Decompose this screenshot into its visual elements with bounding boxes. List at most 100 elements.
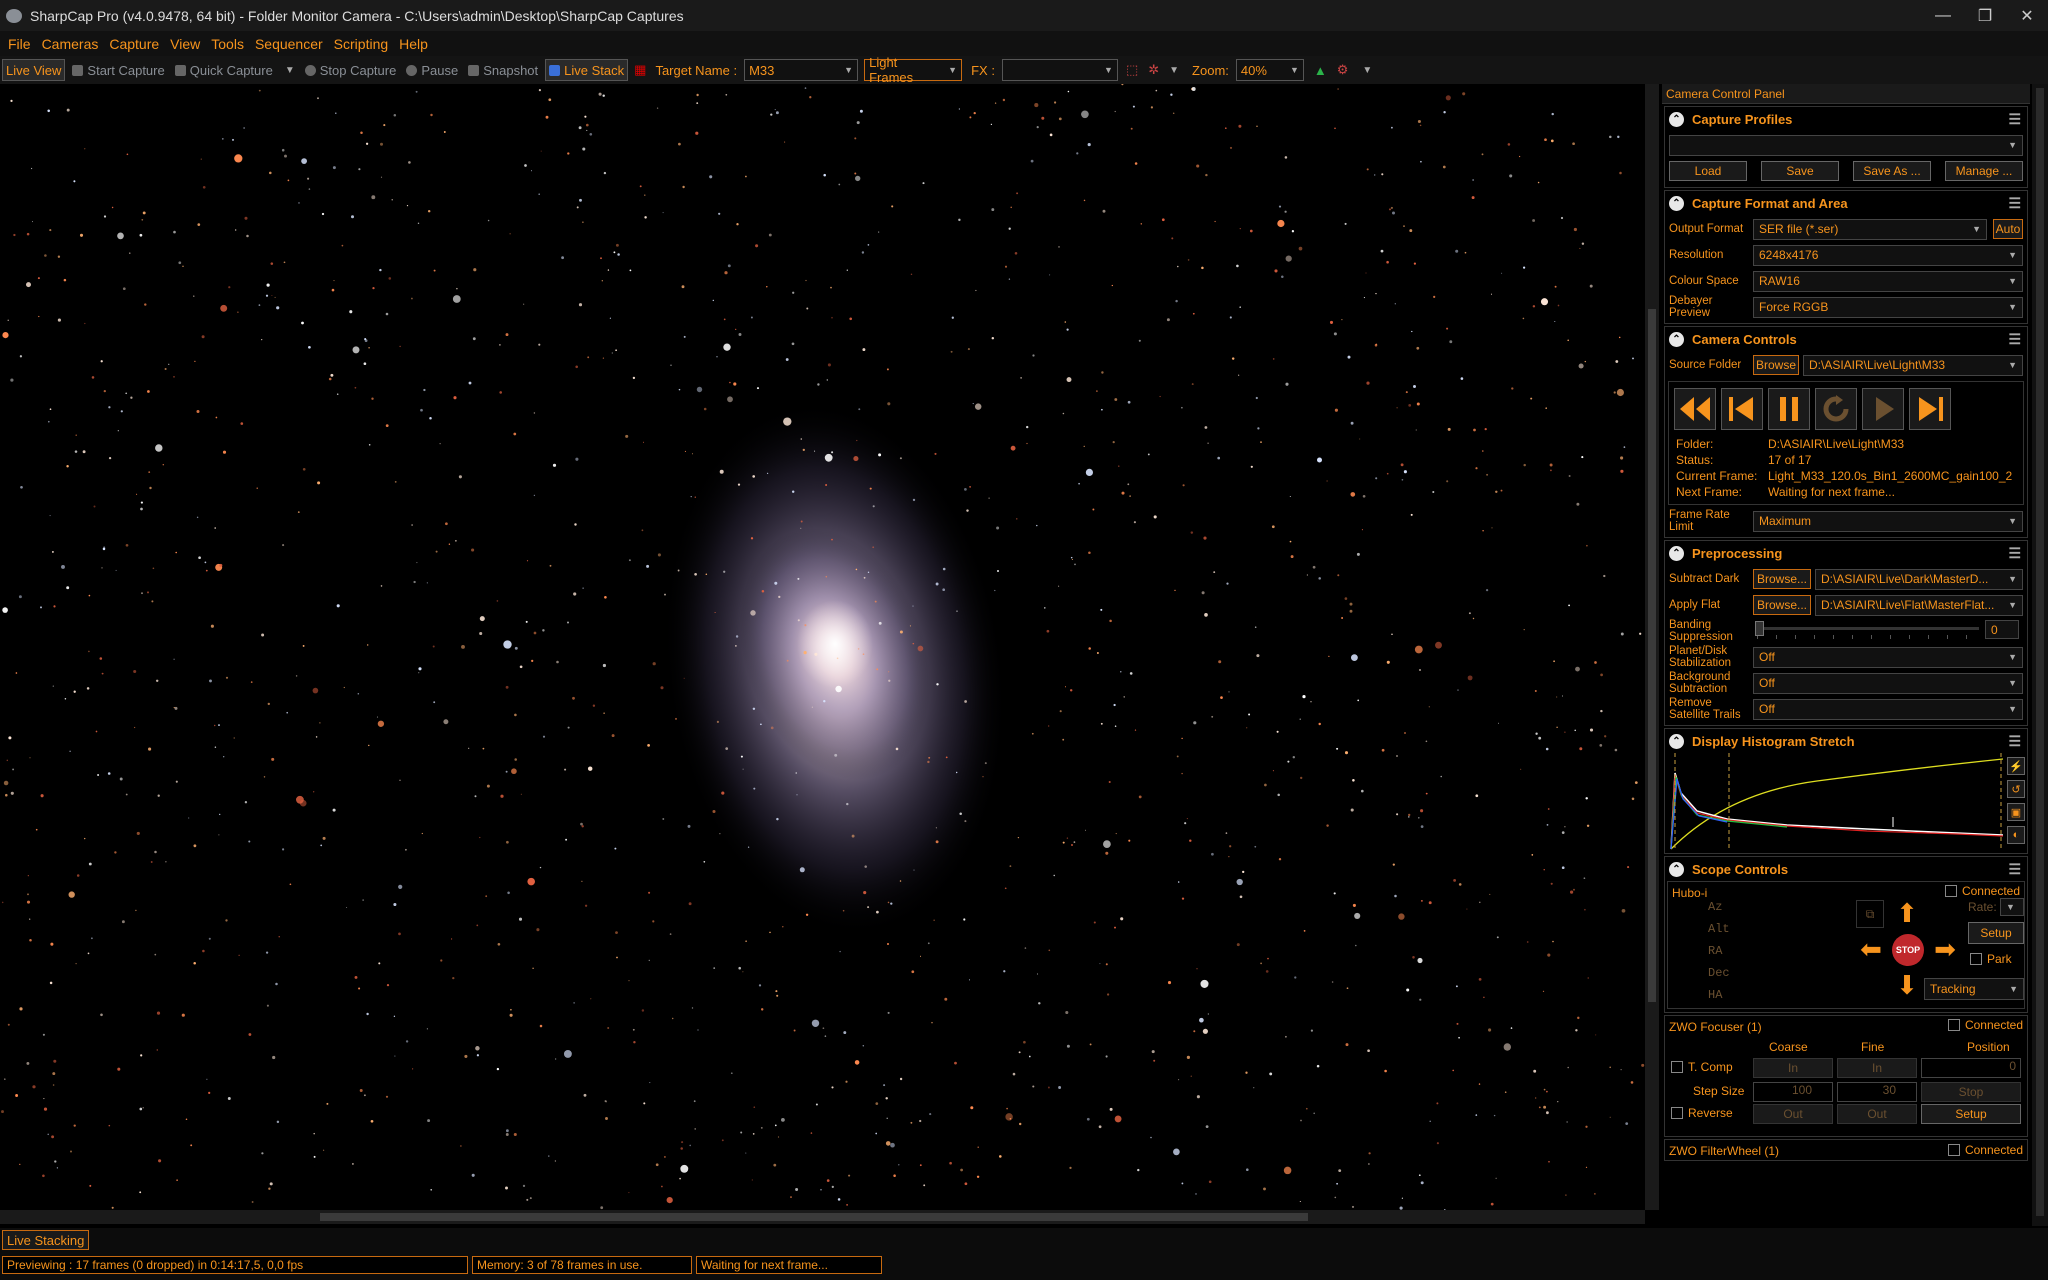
contrast-icon[interactable]: ◐ xyxy=(2007,826,2025,844)
histogram-icon[interactable]: ▲ xyxy=(1314,63,1327,78)
profile-select[interactable]: ▼ xyxy=(1669,134,2023,156)
coarse-step-field[interactable]: 100 xyxy=(1753,1082,1833,1102)
background-select[interactable]: Off ▼ xyxy=(1753,672,2023,694)
menu-icon[interactable]: ☰ xyxy=(2008,111,2021,128)
fx-select[interactable]: ▼ xyxy=(1001,59,1118,81)
planet-select[interactable]: Off ▼ xyxy=(1753,646,2023,668)
load-button[interactable]: Load xyxy=(1669,161,1747,181)
quick-capture-button[interactable]: Quick Capture ▼ xyxy=(172,59,298,81)
banding-slider[interactable]: 0 xyxy=(1753,619,2023,643)
collapse-icon[interactable]: ⌃ xyxy=(1669,733,1684,749)
browse-dark-button[interactable]: Browse... xyxy=(1753,569,1811,589)
reverse-checkbox[interactable]: Reverse xyxy=(1671,1106,1733,1120)
apply-flat-select[interactable]: D:\ASIAIR\Live\Flat\MasterFlat... ▼ xyxy=(1815,594,2023,616)
collapse-icon[interactable]: ⌃ xyxy=(1669,331,1684,347)
section-header[interactable]: ⌃ Display Histogram Stretch ☰ xyxy=(1665,729,2027,753)
chevron-down-icon[interactable]: ▼ xyxy=(1169,65,1179,76)
section-header[interactable]: ⌃ Preprocessing ☰ xyxy=(1665,541,2027,565)
stop-capture-button[interactable]: Stop Capture xyxy=(302,59,400,81)
output-format-select[interactable]: SER file (*.ser) ▼ xyxy=(1753,218,1987,240)
menu-help[interactable]: Help xyxy=(397,36,437,52)
frame-type-select[interactable]: Light Frames ▼ xyxy=(864,55,963,85)
menu-icon[interactable]: ☰ xyxy=(2008,733,2021,750)
menu-icon[interactable]: ☰ xyxy=(2008,195,2021,212)
tcomp-checkbox[interactable]: T. Comp xyxy=(1671,1060,1733,1074)
focuser-stop-button[interactable]: Stop xyxy=(1921,1082,2021,1102)
horizontal-scrollbar[interactable] xyxy=(0,1210,1645,1224)
save-button[interactable]: Save xyxy=(1761,161,1839,181)
restart-button[interactable] xyxy=(1815,388,1857,430)
menu-capture[interactable]: Capture xyxy=(107,36,168,52)
pause-playback-button[interactable] xyxy=(1768,388,1810,430)
coarse-in-button[interactable]: In xyxy=(1753,1058,1833,1078)
sync-icon[interactable]: ⧉ xyxy=(1856,900,1884,928)
debayer-select[interactable]: Force RGGB ▼ xyxy=(1753,296,2023,318)
skip-end-button[interactable] xyxy=(1909,388,1951,430)
live-stack-button[interactable]: Live Stack xyxy=(545,59,629,81)
histogram-plot[interactable] xyxy=(1667,753,2007,851)
auto-button[interactable]: Auto xyxy=(1993,219,2023,239)
section-header[interactable]: ⌃ Scope Controls ☰ xyxy=(1665,857,2027,881)
maximize-button[interactable]: ❐ xyxy=(1964,0,2006,31)
collapse-icon[interactable]: ⌃ xyxy=(1669,545,1684,561)
save-icon[interactable]: ▣ xyxy=(2007,803,2025,821)
checkbox[interactable] xyxy=(1970,953,1982,965)
collapse-icon[interactable]: ⌃ xyxy=(1669,861,1684,877)
save-as-button[interactable]: Save As ... xyxy=(1853,161,1931,181)
settings-icon[interactable]: ⚙ xyxy=(1337,62,1349,78)
menu-tools[interactable]: Tools xyxy=(209,36,253,52)
satellite-select[interactable]: Off ▼ xyxy=(1753,698,2023,720)
source-folder-select[interactable]: D:\ASIAIR\Live\Light\M33 ▼ xyxy=(1803,354,2023,376)
chevron-down-icon[interactable]: ▼ xyxy=(285,65,295,76)
menu-icon[interactable]: ☰ xyxy=(2008,861,2021,878)
menu-scripting[interactable]: Scripting xyxy=(332,36,397,52)
filterwheel-connected-checkbox[interactable]: Connected xyxy=(1947,1143,2023,1157)
resolution-select[interactable]: 6248x4176 ▼ xyxy=(1753,244,2023,266)
manage-button[interactable]: Manage ... xyxy=(1945,161,2023,181)
park-checkbox[interactable]: Park xyxy=(1970,952,2012,966)
section-header[interactable]: ⌃ Capture Format and Area ☰ xyxy=(1665,191,2027,215)
pause-button[interactable]: Pause xyxy=(403,59,461,81)
rate-select[interactable]: ▼ xyxy=(2000,898,2024,916)
chevron-down-icon[interactable]: ▼ xyxy=(1362,65,1372,76)
arrow-down-icon[interactable]: ⬇ xyxy=(1892,970,1922,1002)
histogram-area[interactable]: ⚡ ↺ ▣ ◐ xyxy=(1665,753,2027,853)
target-name-select[interactable]: M33 ▼ xyxy=(744,59,859,81)
tracking-select[interactable]: Tracking ▼ xyxy=(1924,978,2024,1000)
menu-sequencer[interactable]: Sequencer xyxy=(253,36,332,52)
menu-icon[interactable]: ☰ xyxy=(2008,545,2021,562)
scroll-thumb[interactable] xyxy=(320,1213,1308,1221)
scroll-thumb[interactable] xyxy=(2036,88,2044,1216)
select-area-icon[interactable]: ⬚ xyxy=(1126,62,1138,78)
reset-icon[interactable]: ↺ xyxy=(2007,780,2025,798)
vertical-scrollbar[interactable] xyxy=(1645,84,1659,1210)
checkbox[interactable] xyxy=(1671,1107,1683,1119)
focuser-setup-button[interactable]: Setup xyxy=(1921,1104,2021,1124)
position-field[interactable]: 0 xyxy=(1921,1058,2021,1078)
section-header[interactable]: ⌃ Capture Profiles ☰ xyxy=(1665,107,2027,131)
reticle-icon[interactable]: ✲ xyxy=(1148,62,1159,78)
scope-setup-button[interactable]: Setup xyxy=(1968,922,2024,944)
rewind-button[interactable] xyxy=(1674,388,1716,430)
fine-in-button[interactable]: In xyxy=(1837,1058,1917,1078)
subtract-dark-select[interactable]: D:\ASIAIR\Live\Dark\MasterD... ▼ xyxy=(1815,568,2023,590)
arrow-up-icon[interactable]: ⬆ xyxy=(1892,898,1922,930)
close-button[interactable]: ✕ xyxy=(2006,0,2048,31)
live-view-button[interactable]: Live View xyxy=(2,59,66,81)
snapshot-button[interactable]: Snapshot xyxy=(465,59,541,81)
image-viewport[interactable] xyxy=(0,84,1647,1210)
minimize-button[interactable]: — xyxy=(1922,0,1964,31)
frame-rate-select[interactable]: Maximum ▼ xyxy=(1753,510,2023,532)
skip-start-button[interactable] xyxy=(1721,388,1763,430)
arrow-left-icon[interactable]: ⬅ xyxy=(1854,934,1888,966)
menu-cameras[interactable]: Cameras xyxy=(40,36,108,52)
coarse-out-button[interactable]: Out xyxy=(1753,1104,1833,1124)
scroll-thumb[interactable] xyxy=(1648,309,1656,1002)
menu-view[interactable]: View xyxy=(168,36,209,52)
focuser-connected-checkbox[interactable]: Connected xyxy=(1947,1018,2023,1032)
browse-flat-button[interactable]: Browse... xyxy=(1753,595,1811,615)
play-button[interactable] xyxy=(1862,388,1904,430)
slider-handle[interactable] xyxy=(1755,621,1764,636)
colour-space-select[interactable]: RAW16 ▼ xyxy=(1753,270,2023,292)
collapse-icon[interactable]: ⌃ xyxy=(1669,195,1684,211)
